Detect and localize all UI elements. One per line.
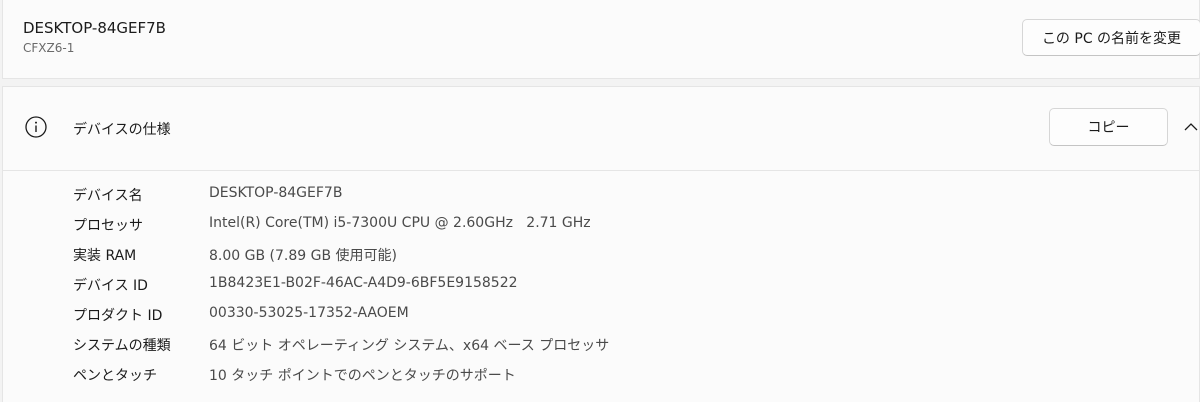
spec-row-device-id: デバイス ID 1B8423E1-B02F-46AC-A4D9-6BF5E915… — [3, 269, 1199, 299]
spec-value: 10 タッチ ポイントでのペンとタッチのサポート — [209, 368, 516, 384]
spec-value: 1B8423E1-B02F-46AC-A4D9-6BF5E9158522 — [209, 275, 518, 291]
device-specs-title: デバイスの仕様 — [73, 122, 171, 138]
info-icon — [24, 115, 48, 139]
spec-label: システムの種類 — [73, 338, 171, 354]
rename-pc-button[interactable]: この PC の名前を変更 — [1022, 19, 1200, 56]
spec-value: DESKTOP-84GEF7B — [209, 185, 343, 201]
spec-label: プロセッサ — [73, 218, 143, 234]
device-specs-card: デバイスの仕様 コピー デバイス名 DESKTOP-84GEF7B プロセッサ … — [2, 86, 1200, 402]
spec-row-processor: プロセッサ Intel(R) Core(TM) i5-7300U CPU @ 2… — [3, 209, 1199, 239]
device-specs-header[interactable]: デバイスの仕様 コピー — [3, 87, 1199, 171]
spec-label: デバイス ID — [73, 278, 148, 294]
device-name: DESKTOP-84GEF7B — [23, 19, 166, 37]
copy-button[interactable]: コピー — [1049, 108, 1168, 146]
device-model: CFXZ6-1 — [23, 41, 75, 55]
chevron-up-icon[interactable] — [1183, 119, 1199, 135]
spec-row-pen-touch: ペンとタッチ 10 タッチ ポイントでのペンとタッチのサポート — [3, 359, 1199, 389]
spec-row-ram: 実装 RAM 8.00 GB (7.89 GB 使用可能) — [3, 239, 1199, 269]
spec-value: 8.00 GB (7.89 GB 使用可能) — [209, 248, 397, 264]
spec-value: 00330-53025-17352-AAOEM — [209, 305, 409, 321]
spec-value: 64 ビット オペレーティング システム、x64 ベース プロセッサ — [209, 338, 610, 354]
device-name-card: DESKTOP-84GEF7B CFXZ6-1 この PC の名前を変更 — [2, 0, 1200, 79]
spec-label: デバイス名 — [73, 188, 143, 204]
spec-row-system-type: システムの種類 64 ビット オペレーティング システム、x64 ベース プロセ… — [3, 329, 1199, 359]
spec-row-device-name: デバイス名 DESKTOP-84GEF7B — [3, 179, 1199, 209]
spec-row-product-id: プロダクト ID 00330-53025-17352-AAOEM — [3, 299, 1199, 329]
spec-label: 実装 RAM — [73, 248, 137, 264]
spec-label: ペンとタッチ — [73, 368, 157, 384]
spec-value: Intel(R) Core(TM) i5-7300U CPU @ 2.60GHz… — [209, 215, 591, 231]
spec-label: プロダクト ID — [73, 308, 163, 324]
